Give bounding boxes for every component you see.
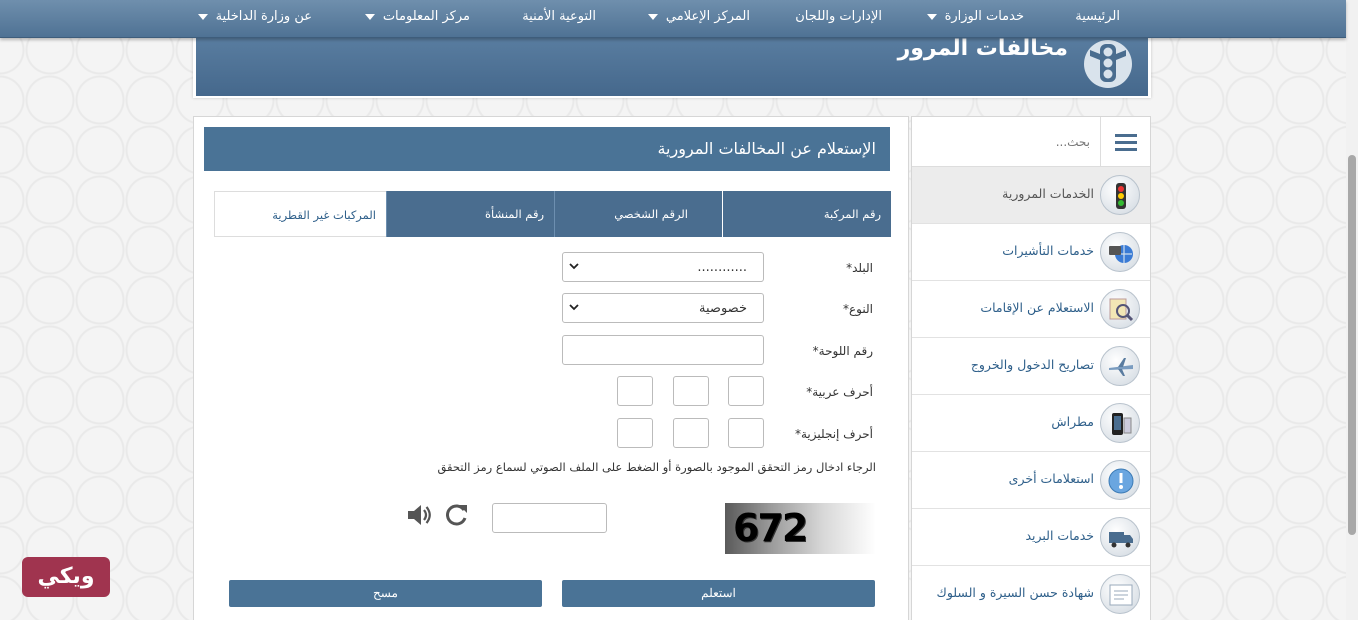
top-nav-list: الرئيسية خدمات الوزارة الإدارات واللجان … [0,0,1346,38]
sidebar-item-label: خدمات التأشيرات [1002,243,1094,258]
nav-item-ministry-services[interactable]: خدمات الوزارة [926,9,1024,24]
chevron-down-icon [926,13,937,20]
certificate-icon [1100,574,1140,614]
chevron-down-icon [569,263,579,270]
top-navigation-bar: الرئيسية خدمات الوزارة الإدارات واللجان … [0,0,1346,38]
mail-truck-icon [1100,517,1140,557]
arabic-letter-input-1[interactable] [728,376,764,406]
captcha-input[interactable] [492,503,607,533]
sidebar-item-label: الخدمات المرورية [1002,186,1094,201]
english-letters-label: أحرف إنجليزية* [794,427,873,441]
page-banner: مخالفات المرور [193,30,1151,98]
inquire-button[interactable]: استعلم [562,580,875,607]
nav-item-information-center[interactable]: مركز المعلومات [364,9,470,24]
chevron-down-icon [197,13,208,20]
arabic-letters-label: أحرف عربية* [806,385,873,399]
country-select[interactable]: ............ [562,252,764,282]
country-label: البلد* [846,261,873,275]
tab-non-qatari-vehicles[interactable]: المركبات غير القطرية [215,191,386,237]
type-label: النوع* [843,302,873,316]
main-panel: الإستعلام عن المخالفات المرورية رقم المر… [193,116,909,620]
clear-button[interactable]: مسح [229,580,542,607]
speaker-icon[interactable] [405,501,433,529]
scrollbar-thumb[interactable] [1348,155,1356,535]
inquiry-tabs: رقم المركبة الرقم الشخصي رقم المنشأة الم… [214,191,891,237]
tab-personal-number[interactable]: الرقم الشخصي [554,191,722,237]
chevron-down-icon [647,13,658,20]
plate-number-input[interactable] [562,335,764,365]
residency-search-icon [1100,289,1140,329]
services-sidebar: الخدمات المرورية خدمات التأشيرات الاستعل… [911,116,1151,620]
captcha-instructions: الرجاء ادخال رمز التحقق الموجود بالصورة … [437,460,876,474]
traffic-light-icon [1084,40,1132,88]
info-exclamation-icon [1100,460,1140,500]
sidebar-item-residency-inquiry[interactable]: الاستعلام عن الإقامات [912,281,1150,338]
banner-title: مخالفات المرور [897,36,1068,61]
refresh-icon[interactable] [442,501,470,529]
sidebar-item-label: تصاريح الدخول والخروج [970,357,1094,372]
traffic-light-icon [1100,175,1140,215]
tab-establishment-number[interactable]: رقم المنشأة [386,191,554,237]
chevron-down-icon [569,304,579,311]
sidebar-item-label: خدمات البريد [1025,528,1094,543]
arabic-letter-input-3[interactable] [617,376,653,406]
site-watermark-logo: ويكي [22,557,110,597]
english-letter-input-3[interactable] [617,418,653,448]
sidebar-item-label: استعلامات أخرى [1008,471,1094,486]
sidebar-item-entry-exit-permits[interactable]: تصاريح الدخول والخروج [912,338,1150,395]
sidebar-item-label: شهادة حسن السيرة و السلوك [936,585,1094,600]
captcha-image: 672 [725,503,876,554]
chevron-down-icon [364,13,375,20]
english-letter-input-1[interactable] [728,418,764,448]
english-letter-input-2[interactable] [673,418,709,448]
sidebar-search-input[interactable] [930,131,1090,153]
panel-title: الإستعلام عن المخالفات المرورية [204,127,890,171]
sidebar-item-other-inquiries[interactable]: استعلامات أخرى [912,452,1150,509]
sidebar-item-metrash[interactable]: مطراش [912,395,1150,452]
sidebar-search-row [912,117,1150,167]
nav-item-departments[interactable]: الإدارات واللجان [795,9,882,24]
airplane-icon [1100,346,1140,386]
nav-item-home[interactable]: الرئيسية [1075,9,1120,24]
nav-item-media-center[interactable]: المركز الإعلامي [647,9,750,24]
sidebar-item-label: مطراش [1051,414,1094,429]
visa-globe-icon [1100,232,1140,272]
sidebar-item-mail-services[interactable]: خدمات البريد [912,509,1150,566]
arabic-letter-input-2[interactable] [673,376,709,406]
sidebar-item-label: الاستعلام عن الإقامات [980,300,1094,315]
banner-inner: مخالفات المرور [196,32,1148,96]
page-scrollbar[interactable] [1346,0,1358,620]
sidebar-item-visa-services[interactable]: خدمات التأشيرات [912,224,1150,281]
sidebar-item-good-conduct-certificate[interactable]: شهادة حسن السيرة و السلوك [912,566,1150,620]
captcha-code: 672 [733,506,808,550]
menu-icon[interactable] [1100,117,1150,167]
plate-number-label: رقم اللوحة* [812,344,873,358]
sidebar-item-traffic-services[interactable]: الخدمات المرورية [912,167,1150,224]
metrash-phone-icon [1100,403,1140,443]
type-select[interactable]: خصوصية [562,293,764,323]
tab-vehicle-number[interactable]: رقم المركبة [723,191,891,237]
nav-item-security-awareness[interactable]: التوعية الأمنية [522,9,596,24]
nav-item-about-moi[interactable]: عن وزارة الداخلية [197,9,312,24]
